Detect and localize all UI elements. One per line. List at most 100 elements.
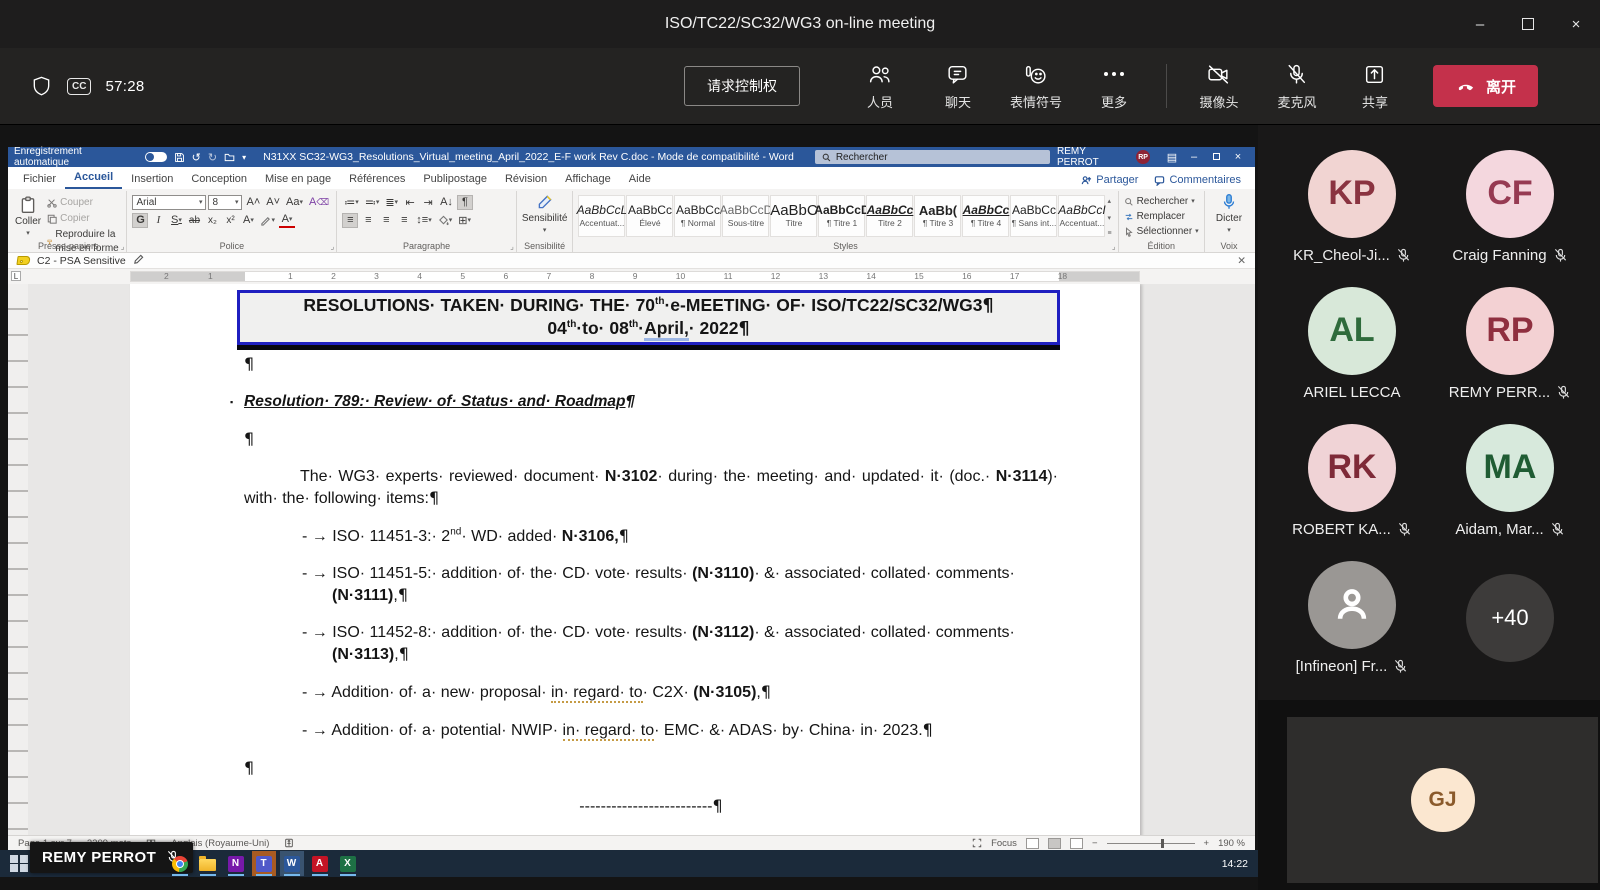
style-sous-titre[interactable]: AaBbCcDSous-titre xyxy=(722,195,769,237)
multilevel-list-button[interactable]: ≣▾ xyxy=(383,195,400,210)
paste-button[interactable]: Coller▾ xyxy=(15,193,41,239)
overflow-tile[interactable]: +40 xyxy=(1446,549,1574,686)
highlight-button[interactable]: ▾ xyxy=(258,213,277,228)
align-left-button[interactable]: ≡ xyxy=(342,213,358,228)
taskbar-chrome-icon[interactable] xyxy=(168,851,192,876)
font-name-select[interactable]: Arial▾ xyxy=(132,195,206,210)
redo-button[interactable]: ↻ xyxy=(208,151,217,164)
sensitivity-close-icon[interactable]: ✕ xyxy=(1237,255,1246,267)
zoom-level[interactable]: 190 % xyxy=(1218,838,1245,849)
participant-tile[interactable]: AL ARIEL LECCA xyxy=(1288,275,1416,412)
web-layout-button[interactable] xyxy=(1070,838,1083,849)
camera-button[interactable]: 摄像头 xyxy=(1185,62,1253,111)
taskbar-acrobat-icon[interactable]: A xyxy=(308,851,332,876)
increase-indent-button[interactable]: ⇥ xyxy=(420,195,436,210)
share-document-button[interactable]: Partager xyxy=(1081,174,1138,186)
tab-revision[interactable]: Révision xyxy=(496,170,556,189)
tab-references[interactable]: Références xyxy=(340,170,414,189)
account-area[interactable]: REMY PERROT RP xyxy=(1057,146,1150,168)
find-button[interactable]: Rechercher▾ xyxy=(1124,195,1199,209)
tab-stop-selector[interactable]: L xyxy=(11,271,21,281)
style-eleve[interactable]: AaBbCcÉlevé xyxy=(626,195,673,237)
style-sans-interligne[interactable]: AaBbCc¶ Sans int... xyxy=(1010,195,1057,237)
select-button[interactable]: Sélectionner▾ xyxy=(1124,225,1199,239)
maximize-button[interactable] xyxy=(1504,0,1552,48)
grow-font-button[interactable]: A˄ xyxy=(244,195,262,210)
taskbar-onenote-icon[interactable]: N xyxy=(224,851,248,876)
video-tile[interactable]: GJ xyxy=(1287,717,1598,883)
decrease-indent-button[interactable]: ⇤ xyxy=(402,195,418,210)
participant-tile[interactable]: RK ROBERT KA... xyxy=(1288,412,1416,549)
search-input[interactable]: Rechercher xyxy=(815,150,1050,164)
tab-aide[interactable]: Aide xyxy=(620,170,660,189)
autosave-toggle[interactable]: Enregistrement automatique xyxy=(14,146,167,168)
subscript-button[interactable]: x₂ xyxy=(204,213,220,228)
copy-button[interactable]: Copier xyxy=(47,212,121,226)
reactions-button[interactable]: 表情符号 xyxy=(1002,62,1070,111)
qat-more-button[interactable]: ▾ xyxy=(242,153,246,162)
tab-publipostage[interactable]: Publipostage xyxy=(414,170,496,189)
show-marks-button[interactable]: ¶ xyxy=(457,195,473,210)
focus-icon[interactable] xyxy=(972,838,982,848)
open-folder-button[interactable] xyxy=(224,152,235,163)
tab-insertion[interactable]: Insertion xyxy=(122,170,182,189)
participant-tile[interactable]: KP KR_Cheol-Ji... xyxy=(1288,138,1416,275)
print-layout-button[interactable] xyxy=(1048,838,1061,849)
taskbar-file-explorer-icon[interactable] xyxy=(196,851,220,876)
undo-button[interactable]: ↺ xyxy=(192,151,201,164)
style-titre2[interactable]: AaBbCcTitre 2 xyxy=(866,195,913,237)
styles-scrollbar[interactable]: ▴▾≡ xyxy=(1106,195,1112,239)
bold-button[interactable]: G xyxy=(132,213,148,228)
tab-fichier[interactable]: Fichier xyxy=(14,170,65,189)
word-close-button[interactable]: × xyxy=(1227,151,1249,163)
zoom-slider[interactable] xyxy=(1107,843,1195,844)
start-button[interactable] xyxy=(10,855,28,873)
read-mode-button[interactable] xyxy=(1026,838,1039,849)
justify-button[interactable]: ≡ xyxy=(396,213,412,228)
clear-format-button[interactable]: A⌫ xyxy=(307,195,331,210)
accessibility-icon[interactable] xyxy=(284,838,294,848)
participant-tile[interactable]: CF Craig Fanning xyxy=(1446,138,1574,275)
more-button[interactable]: 更多 xyxy=(1080,62,1148,111)
borders-button[interactable]: ⊞▾ xyxy=(456,213,473,228)
tab-affichage[interactable]: Affichage xyxy=(556,170,620,189)
share-button[interactable]: 共享 xyxy=(1341,62,1409,111)
style-titre[interactable]: AaBbCTitre xyxy=(770,195,817,237)
captions-icon[interactable]: CC xyxy=(67,78,91,95)
leave-button[interactable]: 离开 xyxy=(1433,65,1538,107)
tab-conception[interactable]: Conception xyxy=(182,170,256,189)
paragraph-dialog-launcher[interactable]: ⌟ xyxy=(510,242,514,251)
close-button[interactable]: × xyxy=(1552,0,1600,48)
underline-button[interactable]: S▾ xyxy=(168,213,184,228)
line-spacing-button[interactable]: ↕≡▾ xyxy=(414,213,433,228)
style-accentuation1[interactable]: AaBbCcLAccentuat... xyxy=(578,195,625,237)
minimize-button[interactable]: – xyxy=(1456,0,1504,48)
italic-button[interactable]: I xyxy=(150,213,166,228)
style-accentuation2[interactable]: AaBbCcIAccentuat... xyxy=(1058,195,1105,237)
dictate-button[interactable]: Dicter▾ xyxy=(1210,193,1248,234)
participant-tile[interactable]: [Infineon] Fr... xyxy=(1288,549,1416,686)
numbering-button[interactable]: ≕▾ xyxy=(363,195,382,210)
style-titre4[interactable]: AaBbCc¶ Titre 4 xyxy=(962,195,1009,237)
sort-button[interactable]: A↓ xyxy=(438,195,455,210)
align-right-button[interactable]: ≡ xyxy=(378,213,394,228)
participant-tile[interactable]: RP REMY PERR... xyxy=(1446,275,1574,412)
tab-accueil[interactable]: Accueil xyxy=(65,168,122,189)
comments-button[interactable]: Commentaires xyxy=(1154,174,1241,186)
edit-sensitivity-button[interactable] xyxy=(133,254,144,268)
clipboard-dialog-launcher[interactable]: ⌟ xyxy=(121,242,125,251)
zoom-in-button[interactable]: + xyxy=(1204,838,1210,849)
taskbar-teams-icon[interactable]: T xyxy=(252,851,276,876)
font-size-select[interactable]: 8▾ xyxy=(208,195,242,210)
people-button[interactable]: 人员 xyxy=(846,62,914,111)
word-minimize-button[interactable]: – xyxy=(1183,151,1205,163)
mic-button[interactable]: 麦克风 xyxy=(1263,62,1331,111)
shrink-font-button[interactable]: A˅ xyxy=(264,195,282,210)
cut-button[interactable]: Couper xyxy=(47,196,121,210)
bullets-button[interactable]: ≔▾ xyxy=(342,195,361,210)
style-normal[interactable]: AaBbCc¶ Normal xyxy=(674,195,721,237)
font-dialog-launcher[interactable]: ⌟ xyxy=(331,242,335,251)
style-titre1[interactable]: AaBbCcD¶ Titre 1 xyxy=(818,195,865,237)
save-button[interactable] xyxy=(174,152,185,163)
document-page[interactable]: RESOLUTIONS· TAKEN· DURING· THE· 70th·e-… xyxy=(130,284,1140,835)
